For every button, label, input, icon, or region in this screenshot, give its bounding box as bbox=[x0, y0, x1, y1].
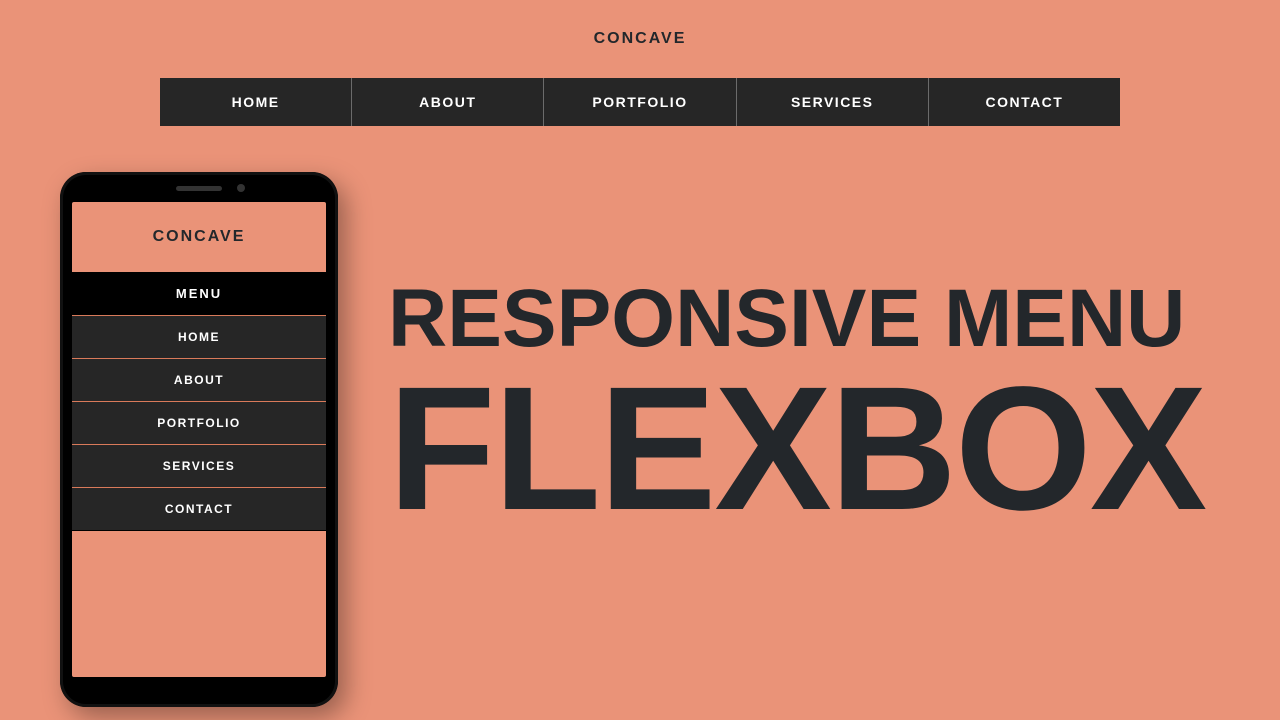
mobile-nav-item-services[interactable]: SERVICES bbox=[72, 445, 326, 488]
brand-title-mobile: CONCAVE bbox=[72, 202, 326, 272]
mobile-nav-item-about[interactable]: ABOUT bbox=[72, 359, 326, 402]
nav-item-about[interactable]: ABOUT bbox=[352, 78, 544, 126]
nav-item-portfolio[interactable]: PORTFOLIO bbox=[544, 78, 736, 126]
nav-item-contact[interactable]: CONTACT bbox=[929, 78, 1120, 126]
phone-speaker-icon bbox=[176, 186, 222, 191]
headline-line-2: FLEXBOX bbox=[388, 366, 1205, 533]
mobile-nav-item-home[interactable]: HOME bbox=[72, 316, 326, 359]
mobile-nav-item-portfolio[interactable]: PORTFOLIO bbox=[72, 402, 326, 445]
brand-title-desktop: CONCAVE bbox=[0, 30, 1280, 48]
phone-mockup: CONCAVE MENU HOME ABOUT PORTFOLIO SERVIC… bbox=[60, 172, 338, 707]
desktop-nav: HOME ABOUT PORTFOLIO SERVICES CONTACT bbox=[160, 78, 1120, 126]
phone-camera-icon bbox=[237, 184, 245, 192]
mobile-nav: HOME ABOUT PORTFOLIO SERVICES CONTACT bbox=[72, 316, 326, 531]
mobile-menu-toggle[interactable]: MENU bbox=[72, 272, 326, 316]
nav-item-home[interactable]: HOME bbox=[160, 78, 352, 126]
phone-screen: CONCAVE MENU HOME ABOUT PORTFOLIO SERVIC… bbox=[72, 202, 326, 677]
headline-line-1: RESPONSIVE MENU bbox=[388, 278, 1205, 360]
headline: RESPONSIVE MENU FLEXBOX bbox=[388, 278, 1205, 533]
nav-item-services[interactable]: SERVICES bbox=[737, 78, 929, 126]
mobile-nav-item-contact[interactable]: CONTACT bbox=[72, 488, 326, 531]
